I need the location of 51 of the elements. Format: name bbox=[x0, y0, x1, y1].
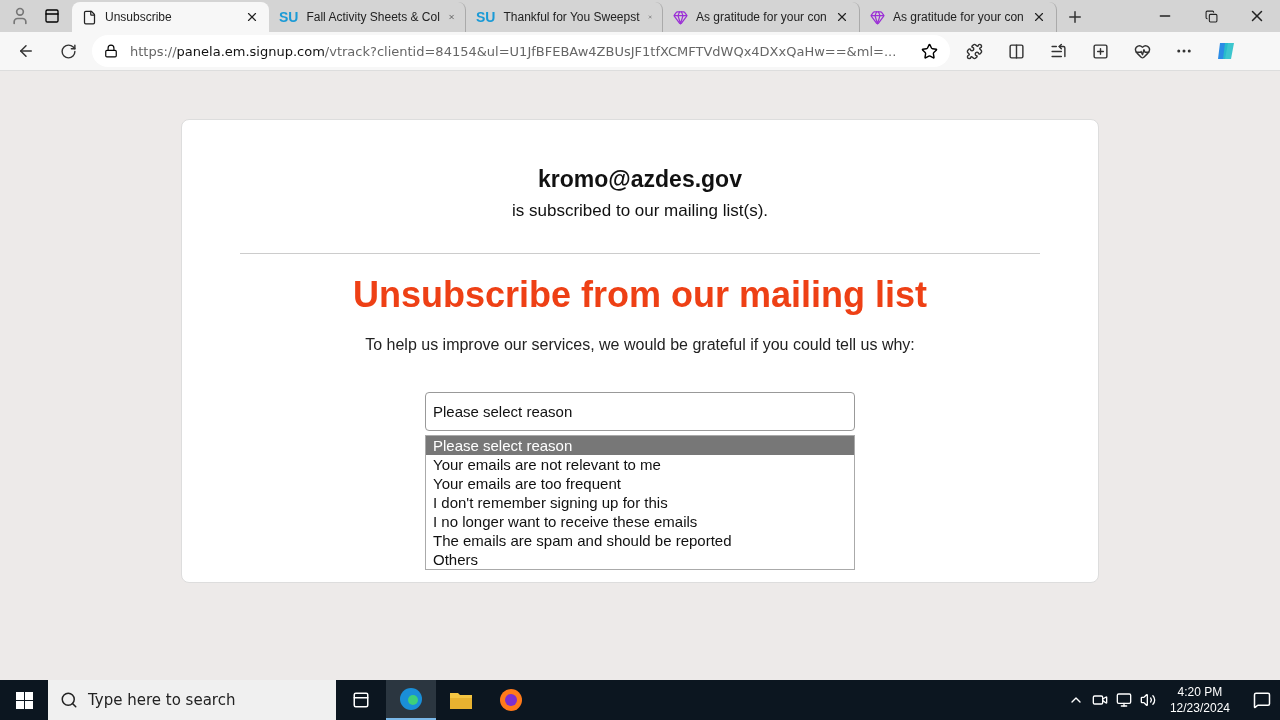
split-screen-icon[interactable] bbox=[1007, 42, 1025, 60]
address-bar[interactable]: https://panela.em.signup.com/vtrack?clientid=84154&ul=U1JfBFEBAw4ZBUsJF1tfXCMFTVdWQx4DXxQaHw==&ml=... bbox=[92, 35, 950, 67]
page-heading: Unsubscribe from our mailing list bbox=[352, 274, 928, 316]
subscribed-text: is subscribed to our mailing list(s). bbox=[512, 201, 768, 221]
clock-date: 12/23/2024 bbox=[1169, 700, 1230, 716]
page-icon bbox=[82, 9, 97, 25]
reason-select[interactable]: Please select reason bbox=[425, 392, 855, 431]
back-icon[interactable] bbox=[17, 42, 35, 60]
collections-icon[interactable] bbox=[1091, 42, 1109, 60]
folder-icon[interactable] bbox=[449, 690, 473, 710]
lock-icon bbox=[104, 44, 118, 58]
prompt-text: To help us improve our services, we would be grateful if you could tell us why: bbox=[365, 336, 915, 354]
gem-icon bbox=[673, 9, 688, 25]
search-icon bbox=[60, 691, 78, 709]
notifications-icon[interactable] bbox=[1253, 691, 1271, 709]
profile-icon[interactable] bbox=[10, 6, 30, 26]
url-text: https://panela.em.signup.com/vtrack?clientid=84154&ul=U1JfBFEBAw4ZBUsJF1tfXCMFTVdWQx4DXxQaHw==&ml=... bbox=[130, 43, 898, 59]
tab-title: Thankful for You Sweepst bbox=[503, 10, 640, 24]
taskbar-search[interactable]: Type here to search bbox=[48, 680, 336, 720]
firefox-icon[interactable] bbox=[499, 688, 523, 712]
tab-title: As gratitude for your con bbox=[893, 10, 1024, 24]
gem-icon bbox=[870, 9, 885, 25]
speaker-icon[interactable] bbox=[1139, 692, 1156, 708]
tab-title: Unsubscribe bbox=[105, 10, 173, 24]
tab-title: Fall Activity Sheets & Col bbox=[306, 10, 440, 24]
star-icon[interactable] bbox=[921, 42, 938, 60]
copilot-icon[interactable] bbox=[1215, 40, 1237, 62]
camera-icon[interactable] bbox=[1091, 692, 1108, 708]
tab-actions-icon[interactable] bbox=[44, 8, 60, 24]
network-icon[interactable] bbox=[1115, 692, 1132, 708]
favorites-icon[interactable] bbox=[1049, 42, 1067, 60]
taskbar-clock[interactable]: 4:20 PM 12/23/2024 bbox=[1163, 684, 1236, 716]
edge-icon[interactable] bbox=[399, 687, 423, 711]
reason-option[interactable]: Please select reason bbox=[426, 436, 854, 455]
email-address: kromo@azdes.gov bbox=[538, 166, 742, 193]
reload-icon[interactable] bbox=[59, 42, 77, 60]
close-icon[interactable] bbox=[1032, 10, 1046, 24]
heart-pulse-icon[interactable] bbox=[1133, 42, 1151, 60]
extensions-icon[interactable] bbox=[965, 42, 983, 60]
close-icon[interactable] bbox=[835, 10, 849, 24]
new-tab-icon[interactable] bbox=[1066, 8, 1084, 26]
clock-time: 4:20 PM bbox=[1177, 684, 1223, 700]
tab-logo-text: SU bbox=[476, 9, 496, 25]
tab-title: As gratitude for your con bbox=[696, 10, 827, 24]
tab-logo-text: SU bbox=[279, 9, 299, 25]
browser-tab[interactable]: Unsubscribe bbox=[72, 2, 269, 32]
search-placeholder: Type here to search bbox=[88, 691, 236, 709]
windows-icon[interactable] bbox=[15, 691, 33, 709]
close-icon[interactable] bbox=[245, 10, 259, 24]
restore-icon[interactable] bbox=[1204, 9, 1218, 23]
task-view-icon[interactable] bbox=[352, 691, 370, 709]
